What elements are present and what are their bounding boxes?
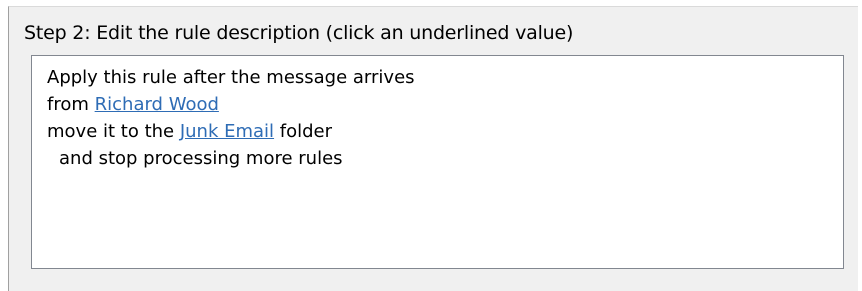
step2-heading: Step 2: Edit the rule description (click…	[24, 22, 574, 44]
rule-line-move-suffix: folder	[274, 121, 333, 142]
rule-line-move: move it to the Junk Email folder	[47, 118, 843, 145]
rule-line-from: from Richard Wood	[47, 91, 843, 118]
folder-link[interactable]: Junk Email	[180, 121, 274, 142]
rule-line-stop-processing: and stop processing more rules	[59, 148, 343, 169]
rule-description-box: Apply this rule after the message arrive…	[31, 55, 844, 269]
rule-line-move-prefix: move it to the	[47, 121, 180, 142]
sender-link[interactable]: Richard Wood	[95, 94, 219, 115]
rule-line-condition: Apply this rule after the message arrive…	[47, 67, 415, 88]
rule-line-from-prefix: from	[47, 94, 95, 115]
